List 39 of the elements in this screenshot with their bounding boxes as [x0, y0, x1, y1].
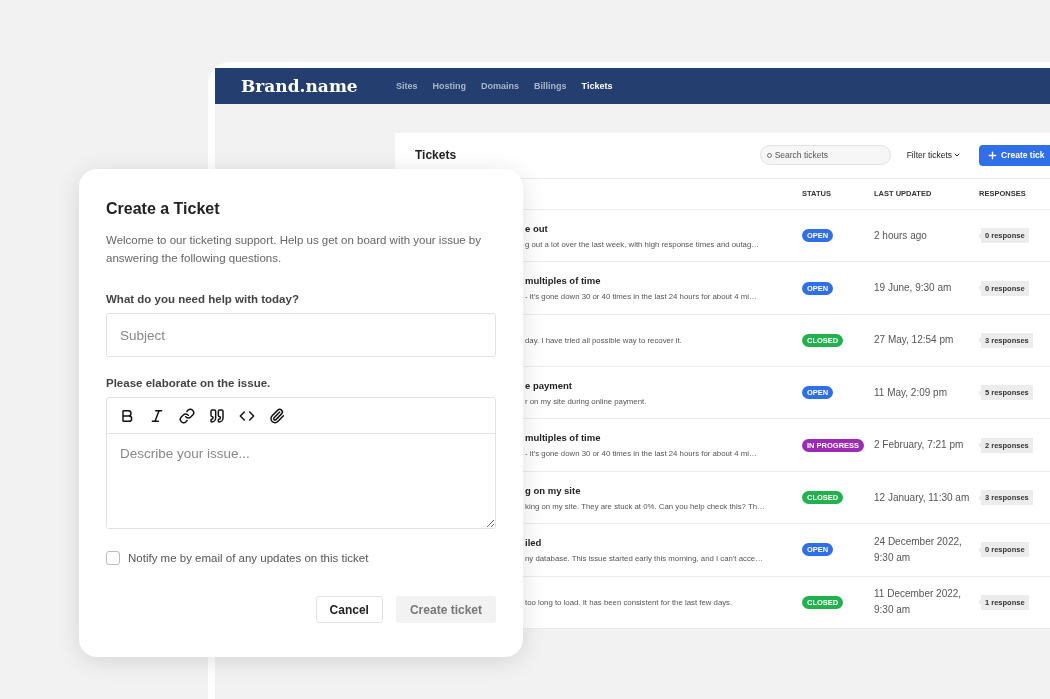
ticket-title: g on my site: [525, 484, 582, 496]
last-updated: 2 February, 7:21 pm: [874, 438, 965, 453]
nav-link[interactable]: Hosting: [432, 81, 466, 91]
search-field[interactable]: Search tickets: [759, 145, 891, 166]
last-updated: 12 January, 11:30 am: [874, 490, 971, 505]
card-title: Tickets: [415, 148, 458, 163]
nav-link[interactable]: Tickets: [581, 81, 613, 91]
dialog-title: Create a Ticket: [106, 200, 221, 218]
field-label: Please elaborate on the issue.: [106, 377, 272, 389]
search-input[interactable]: Search tickets: [774, 150, 875, 161]
field-label: What do you need help with today?: [106, 293, 300, 305]
nav-link[interactable]: Billings: [534, 81, 567, 91]
quote-icon[interactable]: [208, 406, 226, 425]
notify-label: Notify me by email of any updates on this ticket: [128, 552, 369, 564]
nav-link[interactable]: Domains: [481, 81, 520, 91]
last-updated: 11 December 2022, 9:30 am: [874, 587, 963, 618]
description-editor[interactable]: Describe your issue...: [106, 397, 496, 529]
brand-logo: Brand.name: [241, 76, 359, 96]
subject-field[interactable]: Subject: [106, 313, 496, 357]
ticket-title: e out: [525, 222, 549, 234]
last-updated: 27 May, 12:54 pm: [874, 333, 955, 348]
plus-icon: [987, 150, 998, 161]
search-icon: [766, 153, 772, 158]
create-ticket-button[interactable]: Create tick: [979, 145, 1050, 166]
nav-link[interactable]: Sites: [396, 81, 418, 91]
ticket-title: iled: [525, 536, 543, 548]
last-updated: 11 May, 2:09 pm: [874, 385, 948, 400]
notify-checkbox[interactable]: [106, 551, 120, 565]
link-icon[interactable]: [178, 406, 196, 425]
last-updated: 2 hours ago: [874, 228, 928, 243]
cancel-button[interactable]: Cancel: [315, 596, 383, 623]
dialog-intro: Welcome to our ticketing support. Help us get on board with your issue by answering the following questions.: [106, 233, 482, 266]
ticket-title: e payment: [525, 379, 573, 391]
last-updated: 24 December 2022, 9:30 am: [874, 534, 963, 565]
filter-dropdown[interactable]: Filter tickets: [906, 150, 961, 161]
paperclip-icon[interactable]: [268, 406, 286, 425]
last-updated: 19 June, 9:30 am: [874, 281, 953, 296]
ticket-title: multiples of time: [525, 432, 602, 444]
ticket-title: multiples of time: [525, 275, 602, 287]
